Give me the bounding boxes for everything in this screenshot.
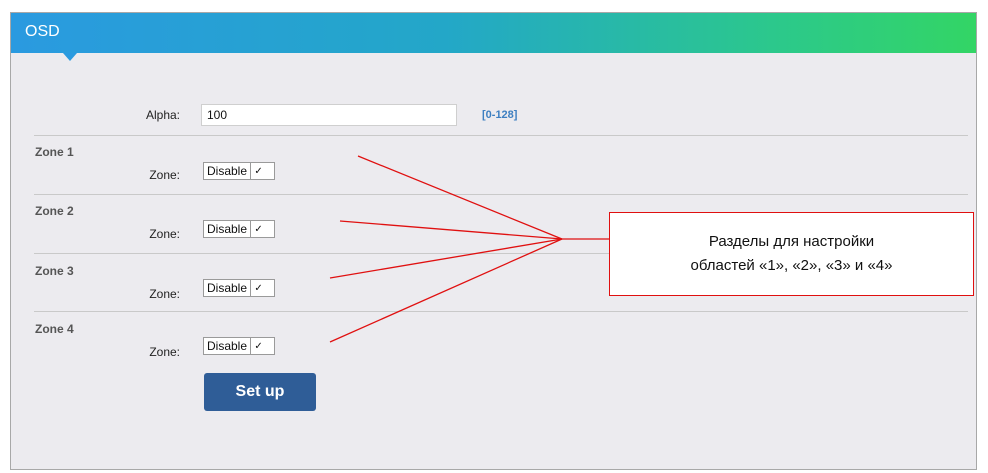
annotation-line-1: Разделы для настройки <box>708 233 875 250</box>
annotation-line-zone-4 <box>329 238 563 343</box>
annotation-line-zone-1 <box>357 155 563 240</box>
annotation-callout: Разделы для настройки областей «1», «2»,… <box>609 212 974 296</box>
annotation-line-zone-3 <box>329 238 563 279</box>
annotation-line-zone-2 <box>339 220 563 240</box>
annotation-line-2: областей «1», «2», «3» и «4» <box>690 257 893 274</box>
